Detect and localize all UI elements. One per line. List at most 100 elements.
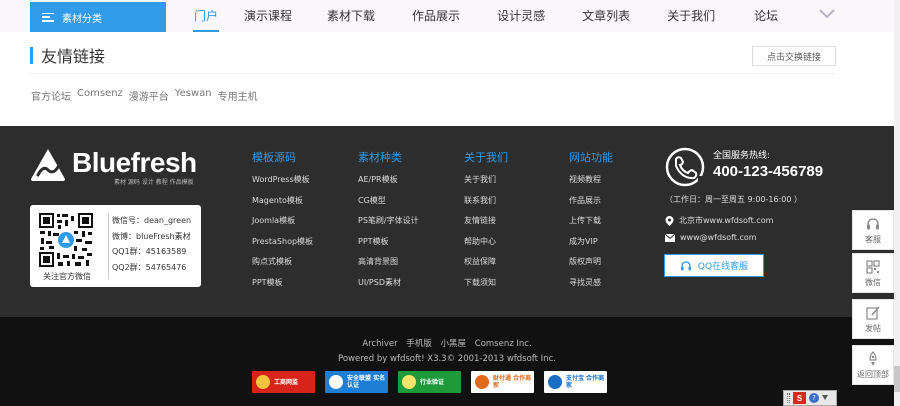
qrcode-icon — [866, 259, 880, 274]
menu-icon — [42, 12, 54, 22]
nav-forum[interactable]: 论坛 — [750, 0, 782, 32]
friend-link[interactable]: Yeswan — [175, 88, 212, 103]
footer-link[interactable]: 作品展示 — [569, 195, 613, 216]
footer-link[interactable]: 购点式模板 — [252, 256, 313, 277]
footer-link[interactable]: Joomla模板 — [252, 215, 313, 236]
footer-link[interactable]: UI/PSD素材 — [358, 277, 419, 298]
help-icon[interactable]: ? — [809, 393, 819, 403]
footer-link[interactable]: PS笔刷/字体设计 — [358, 215, 419, 236]
footer-link[interactable]: 寻找灵感 — [569, 277, 613, 298]
bottom-link[interactable]: 小黑屋 — [441, 339, 467, 349]
divider — [30, 73, 836, 74]
scrollbar-thumb[interactable] — [894, 366, 900, 392]
footer-link[interactable]: AE/PR模板 — [358, 174, 419, 195]
dropdown-arrow-icon[interactable] — [822, 395, 828, 401]
powered-by: Powered by wfdsoft! X3.3© 2001-2013 wfds… — [338, 354, 556, 364]
footer-link[interactable]: 成为VIP — [569, 236, 613, 257]
police-emblem-icon — [256, 375, 270, 389]
footer-link[interactable]: 高清背景图 — [358, 256, 419, 277]
badge-security-verified[interactable]: 安全联盟 实名认证 — [325, 371, 388, 393]
scrollbar[interactable] — [894, 0, 900, 406]
footer-column-materials: 素材种类 AE/PR模板 CG模型 PS笔刷/字体设计 PPT模板 高清背景图 … — [358, 150, 419, 298]
star-icon — [402, 375, 416, 389]
float-new-post[interactable]: 发帖 — [852, 299, 894, 339]
location-pin-icon — [665, 215, 674, 226]
column-heading: 素材种类 — [358, 151, 402, 164]
weibo-id: 微博：blueFresh素材 — [112, 231, 191, 241]
heading-accent-bar — [30, 46, 33, 64]
footer-link[interactable]: PrestaShop模板 — [252, 236, 313, 257]
qq-support-button[interactable]: QQ在线客服 — [664, 254, 764, 277]
wechat-qr-card: 关注官方微信 微信号：dean_green 微博：blueFresh素材 QQ1… — [30, 205, 201, 287]
badge-alipay-partner[interactable]: 支付宝 合作商家 — [544, 371, 607, 393]
email-text[interactable]: www@wfdsoft.com — [680, 233, 757, 242]
column-heading: 模板源码 — [252, 151, 296, 164]
badge-industry-verified[interactable]: 行业验证 — [398, 371, 461, 393]
sogou-input-icon[interactable]: S — [793, 392, 806, 404]
bottom-link[interactable]: Comsenz Inc. — [475, 339, 532, 349]
email: www@wfdsoft.com — [665, 233, 757, 242]
footer-link[interactable]: PPT模板 — [252, 277, 313, 298]
hotline-number: 400-123-456789 — [713, 163, 824, 180]
badge-tenpay-partner[interactable]: 财付通 合作商家 — [471, 371, 534, 393]
footer-column-features: 网站功能 视频教程 作品展示 上传下载 成为VIP 版权声明 寻找灵感 — [569, 150, 613, 298]
rocket-icon — [869, 350, 877, 366]
bottom-link[interactable]: 手机版 — [406, 339, 432, 349]
hotline-label: 全国服务热线: — [713, 151, 771, 161]
nav-courses[interactable]: 演示课程 — [240, 0, 296, 32]
float-customer-service[interactable]: 客服 — [852, 210, 894, 250]
wechat-id: 微信号：dean_green — [112, 216, 192, 225]
chevron-down-icon[interactable] — [819, 9, 835, 19]
friend-link[interactable]: 漫游平台 — [129, 88, 169, 103]
nav-works[interactable]: 作品展示 — [408, 0, 464, 32]
nav-inspiration[interactable]: 设计灵感 — [493, 0, 549, 32]
footer-link[interactable]: 联系我们 — [464, 195, 508, 216]
nav-about[interactable]: 关于我们 — [663, 0, 719, 32]
qq-group-1: QQ1群：45163589 — [112, 247, 187, 256]
footer-link[interactable]: Magento模板 — [252, 195, 313, 216]
headset-icon — [867, 217, 879, 229]
footer-link[interactable]: 版权声明 — [569, 256, 613, 277]
footer-link[interactable]: 关于我们 — [464, 174, 508, 195]
footer-link[interactable]: 权益保障 — [464, 256, 508, 277]
logo-name: Bluefresh — [72, 147, 197, 178]
footer-link[interactable]: 上传下载 — [569, 215, 613, 236]
headset-icon — [680, 260, 691, 270]
main-nav: 门户 演示课程 素材下载 作品展示 设计灵感 文章列表 关于我们 论坛 — [190, 0, 782, 32]
qq-group-2: QQ2群：54765476 — [112, 262, 187, 272]
footer-link[interactable]: 友情链接 — [464, 215, 508, 236]
nav-home[interactable]: 门户 — [190, 0, 222, 32]
friend-links-title: 友情链接 — [41, 47, 106, 66]
phone-service-icon — [665, 147, 705, 187]
qr-divider — [108, 213, 109, 279]
exchange-links-button[interactable]: 点击交换链接 — [752, 46, 836, 66]
footer-link[interactable]: 下载须知 — [464, 277, 508, 298]
category-label: 素材分类 — [62, 13, 102, 25]
float-back-to-top[interactable]: 返回顶部 — [852, 345, 894, 385]
contact-info: 微信号：dean_green 微博：blueFresh素材 QQ1群：45163… — [112, 213, 191, 275]
nav-downloads[interactable]: 素材下载 — [323, 0, 379, 32]
page: 素材分类 门户 演示课程 素材下载 作品展示 设计灵感 文章列表 关于我们 论坛… — [0, 0, 900, 406]
grip-handle[interactable] — [787, 393, 790, 403]
pencil-icon — [866, 306, 880, 320]
footer-link[interactable]: 视频教程 — [569, 174, 613, 195]
friend-link[interactable]: 专用主机 — [218, 88, 258, 103]
footer-link[interactable]: CG模型 — [358, 195, 419, 216]
trust-badges: 工商网监 安全联盟 实名认证 行业验证 财付通 合作商家 支付宝 合作商家 — [252, 371, 607, 393]
friend-link[interactable]: 官方论坛 — [31, 88, 71, 103]
column-heading: 网站功能 — [569, 151, 613, 164]
footer-link[interactable]: 帮助中心 — [464, 236, 508, 257]
column-heading: 关于我们 — [464, 151, 508, 164]
footer-link[interactable]: PPT模板 — [358, 236, 419, 257]
category-menu-button[interactable]: 素材分类 — [30, 2, 166, 32]
friend-links-heading: 友情链接 — [30, 45, 106, 66]
footer-column-templates: 模板源码 WordPress模板 Magento模板 Joomla模板 Pres… — [252, 150, 313, 298]
badge-business-supervision[interactable]: 工商网监 — [252, 371, 315, 393]
footer-link[interactable]: WordPress模板 — [252, 174, 313, 195]
friend-link[interactable]: Comsenz — [77, 88, 123, 103]
bottom-link[interactable]: Archiver — [362, 339, 397, 349]
float-wechat[interactable]: 微信 — [852, 253, 894, 293]
nav-articles[interactable]: 文章列表 — [578, 0, 634, 32]
logo-icon — [31, 149, 65, 181]
footer-logo[interactable]: Bluefresh 素材 源码 设计 教程 作品模板 — [30, 148, 197, 186]
